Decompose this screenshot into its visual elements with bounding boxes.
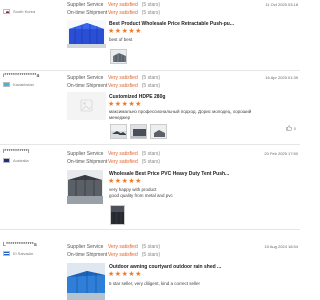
on-time-shipment-rating: Very satisfied (5 stars) bbox=[108, 159, 161, 165]
country-name: El Salvador bbox=[13, 251, 34, 256]
star-icon: ★ bbox=[135, 178, 142, 185]
star-icon: ★ bbox=[114, 271, 122, 278]
star-icon: ★ bbox=[121, 178, 128, 185]
star-icon: ★ bbox=[121, 101, 128, 108]
review-image-thumbnail[interactable] bbox=[150, 124, 167, 139]
product-photo-placeholder bbox=[67, 92, 106, 120]
product-title-link[interactable]: Outdoor awning courtyard outdoor rain sh… bbox=[109, 264, 221, 270]
star-icon: ★ bbox=[114, 101, 122, 108]
reviewer-username: i***************a bbox=[3, 73, 40, 79]
supplier-service-label: Supplier Service bbox=[67, 2, 104, 8]
reviewer-country: El Salvador bbox=[3, 251, 33, 256]
on-time-shipment-rating: Very satisfied (5 stars) bbox=[108, 252, 161, 258]
star-icon: ★ bbox=[114, 28, 122, 35]
on-time-shipment-label: On-time Shipment bbox=[67, 83, 108, 89]
supplier-service-label: Supplier Service bbox=[67, 244, 104, 250]
product-photo[interactable] bbox=[67, 170, 103, 204]
review-date: 16 Apr 2025 01:39 bbox=[265, 75, 298, 80]
product-photo[interactable] bbox=[67, 20, 106, 48]
on-time-shipment-label: On-time Shipment bbox=[67, 10, 108, 16]
star-icon: ★ bbox=[135, 28, 142, 35]
review-date: 11 Oct 2025 03:18 bbox=[265, 2, 298, 7]
review-image-thumbnail[interactable] bbox=[110, 49, 127, 64]
thumbs-up-icon bbox=[286, 125, 292, 131]
review-stars: ★ ★ ★ ★ ★ bbox=[108, 101, 141, 108]
star-icon: ★ bbox=[121, 271, 128, 278]
product-title-link[interactable]: Best Product Wholesale Price Retractable… bbox=[109, 21, 234, 27]
review-date: 20 Feb 2025 17:50 bbox=[264, 151, 298, 156]
el-salvador-flag-icon bbox=[3, 251, 10, 256]
star-icon: ★ bbox=[135, 271, 142, 278]
reviewer-country: Australia bbox=[3, 158, 29, 163]
product-title-link[interactable]: Customized HDPE 280g bbox=[109, 94, 165, 100]
review-stars: ★ ★ ★ ★ ★ bbox=[108, 28, 141, 35]
country-name: Australia bbox=[13, 158, 29, 163]
on-time-shipment-rating: Very satisfied (5 stars) bbox=[108, 83, 161, 89]
review-text: 5 star seller, very diligent, kind a cor… bbox=[109, 281, 201, 286]
review-image-thumbnail[interactable] bbox=[110, 205, 125, 225]
star-icon: ★ bbox=[114, 178, 122, 185]
country-name: Kazakhstan bbox=[13, 82, 34, 87]
review-text: best of best bbox=[109, 37, 133, 42]
reviewer-country: Kazakhstan bbox=[3, 82, 34, 87]
supplier-service-rating: Very satisfied (5 stars) bbox=[108, 75, 161, 81]
star-icon: ★ bbox=[128, 178, 135, 185]
supplier-service-label: Supplier Service bbox=[67, 151, 104, 157]
on-time-shipment-label: On-time Shipment bbox=[67, 159, 108, 165]
star-icon: ★ bbox=[108, 101, 115, 108]
star-icon: ★ bbox=[135, 101, 142, 108]
review-text: максимально профессиональный подход. Дор… bbox=[109, 109, 252, 120]
supplier-service-label: Supplier Service bbox=[67, 75, 104, 81]
star-icon: ★ bbox=[128, 101, 135, 108]
review-date: 15 Aug 2024 18:54 bbox=[264, 244, 298, 249]
review-divider bbox=[0, 229, 300, 230]
supplier-service-rating: Very satisfied (5 stars) bbox=[108, 2, 161, 8]
reviewer-username: l***********l bbox=[3, 149, 30, 155]
review-image-thumbnail[interactable] bbox=[130, 124, 147, 139]
product-photo[interactable] bbox=[67, 263, 105, 300]
star-icon: ★ bbox=[108, 28, 115, 35]
reviewer-username: L*************a bbox=[3, 242, 37, 248]
helpful-count: 0 bbox=[293, 125, 296, 131]
review-text: very happy with product good quality fro… bbox=[109, 187, 173, 198]
review-image-thumbnail[interactable] bbox=[110, 124, 127, 139]
star-icon: ★ bbox=[128, 271, 135, 278]
product-title-link[interactable]: Wholesale Best Price PVC Heavy Duty Tent… bbox=[109, 171, 229, 177]
review-stars: ★ ★ ★ ★ ★ bbox=[108, 178, 141, 185]
australia-flag-icon bbox=[3, 158, 10, 163]
kazakhstan-flag-icon bbox=[3, 82, 10, 87]
country-name: South Korea bbox=[13, 9, 36, 14]
star-icon: ★ bbox=[121, 28, 128, 35]
reviewer-country: South Korea bbox=[3, 9, 35, 14]
on-time-shipment-label: On-time Shipment bbox=[67, 252, 108, 258]
review-divider bbox=[0, 144, 300, 145]
review-divider bbox=[0, 70, 300, 71]
star-icon: ★ bbox=[108, 178, 115, 185]
star-icon: ★ bbox=[108, 271, 115, 278]
south-korea-flag-icon bbox=[3, 9, 10, 14]
helpful-button[interactable]: 0 bbox=[286, 125, 296, 131]
on-time-shipment-rating: Very satisfied (5 stars) bbox=[108, 10, 161, 16]
star-icon: ★ bbox=[128, 28, 135, 35]
supplier-service-rating: Very satisfied (5 stars) bbox=[108, 151, 161, 157]
review-stars: ★ ★ ★ ★ ★ bbox=[108, 271, 141, 278]
supplier-service-rating: Very satisfied (5 stars) bbox=[108, 244, 161, 250]
